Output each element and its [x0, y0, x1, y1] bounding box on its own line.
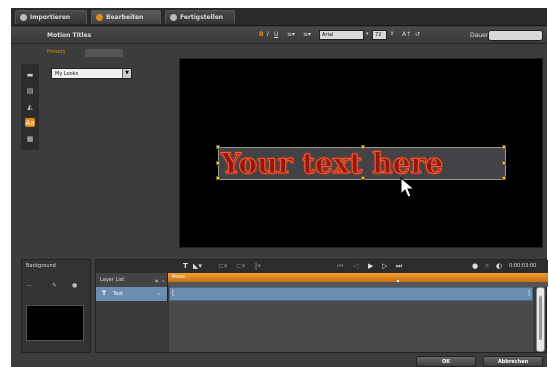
ruler-label: Motion: [172, 274, 186, 279]
eyedropper-icon[interactable]: ✎: [52, 282, 57, 289]
shape-tool-icon[interactable]: ◣▾: [193, 262, 202, 270]
presets-tab-secondary[interactable]: [85, 49, 123, 57]
group-icon[interactable]: ⊂▾: [236, 262, 245, 270]
timeline-track-area: [169, 301, 533, 352]
timeline-toolbar: T ◣▾ ⊏▾ ⊂▾ ‖▾ ⏮ ◁ ▶ ▷ ⏭ ● ✕ ◐ 0:00:03:00: [96, 260, 548, 273]
align-icon[interactable]: ≡▾: [287, 31, 295, 38]
duration-field[interactable]: [488, 30, 543, 41]
play-icon[interactable]: ▶: [368, 262, 373, 270]
underline-button[interactable]: U: [274, 31, 278, 38]
track-out-handle[interactable]: ]: [528, 290, 530, 297]
motion-tool-icon[interactable]: ▦: [25, 134, 35, 143]
resize-handle[interactable]: [361, 176, 365, 180]
layer-row[interactable]: T Text ‹›: [96, 287, 168, 301]
title-editor-window: Importieren Bearbeiten Fertigstellen Mot…: [11, 8, 548, 367]
cancel-button[interactable]: Abbrechen: [483, 356, 543, 367]
editor-titlebar: Motion Titles B I U ≡▾ ≡▾ Arial ▾ 72 ⇕ A…: [11, 27, 547, 44]
font-select[interactable]: Arial: [319, 30, 364, 40]
tool-column: ▬ ▤ ◭ Aa ▦: [21, 64, 39, 150]
tab-edit[interactable]: Bearbeiten: [91, 10, 161, 24]
scrollbar-thumb[interactable]: [539, 296, 542, 340]
skip-forward-icon[interactable]: ⏭: [396, 262, 402, 271]
preview-canvas[interactable]: Your text here: [179, 58, 543, 248]
align-left-icon[interactable]: ⊏▾: [218, 262, 227, 270]
bold-button[interactable]: B: [259, 31, 264, 38]
ok-button-label: OK: [441, 359, 451, 365]
layers-tool-icon[interactable]: ▤: [25, 86, 35, 95]
layer-track-bar[interactable]: [ ]: [169, 287, 533, 301]
visibility-icon[interactable]: ◉: [155, 278, 159, 283]
skip-back-icon[interactable]: ⏮: [337, 262, 343, 271]
loop-icon[interactable]: ●: [472, 262, 478, 270]
distribute-icon[interactable]: ‖▾: [254, 262, 261, 270]
step-forward-icon[interactable]: ▷: [382, 262, 387, 270]
preset-select-value: My Looks: [55, 71, 79, 77]
mute-icon[interactable]: ✕: [484, 262, 490, 270]
resize-handle[interactable]: [216, 176, 220, 180]
preset-select[interactable]: My Looks ▼: [51, 68, 132, 79]
font-dropdown-icon[interactable]: ▾: [366, 31, 369, 37]
resize-handle[interactable]: [502, 161, 506, 165]
font-size-field[interactable]: 72: [372, 30, 387, 40]
track-in-handle[interactable]: [: [172, 290, 174, 297]
timeline-panel: T ◣▾ ⊏▾ ⊂▾ ‖▾ ⏮ ◁ ▶ ▷ ⏭ ● ✕ ◐ 0:00:03:00…: [95, 259, 548, 353]
color-swatch-icon[interactable]: —: [26, 282, 32, 289]
layer-list-header: Layer List ◉ ▫: [96, 273, 168, 287]
ok-button[interactable]: OK: [416, 356, 476, 367]
panel-title: Motion Titles: [47, 32, 92, 39]
chevron-down-icon[interactable]: ▼: [122, 69, 131, 78]
tab-import-label: Importieren: [30, 14, 71, 21]
step-back-icon[interactable]: ◁: [353, 262, 358, 270]
resize-handle[interactable]: [216, 145, 220, 149]
background-panel: Background — ✎ ●: [21, 259, 91, 353]
finish-icon: [170, 14, 177, 21]
main-tabbar: Importieren Bearbeiten Fertigstellen: [11, 8, 547, 26]
tab-finish-label: Fertigstellen: [180, 14, 224, 21]
resize-handle[interactable]: [361, 145, 365, 149]
edit-icon: [96, 14, 103, 21]
mouse-cursor-icon: [400, 177, 416, 198]
size-stepper-icon[interactable]: ⇕: [390, 31, 394, 37]
background-thumbnail[interactable]: [26, 305, 84, 341]
background-toolbar: — ✎ ●: [26, 282, 88, 292]
font-size-value: 72: [375, 32, 382, 38]
text-layer-icon: T: [102, 290, 107, 297]
tab-import[interactable]: Importieren: [15, 10, 87, 24]
font-grow-icon[interactable]: A↑: [402, 31, 411, 38]
tab-finish[interactable]: Fertigstellen: [165, 10, 235, 24]
layer-visibility-icon[interactable]: ‹›: [157, 291, 160, 296]
tab-edit-label: Bearbeiten: [106, 14, 144, 21]
presets-tab[interactable]: Presets: [47, 49, 65, 55]
cancel-button-label: Abbrechen: [497, 359, 529, 365]
resize-handle[interactable]: [502, 145, 506, 149]
text-layer-box[interactable]: Your text here: [216, 145, 506, 181]
volume-icon[interactable]: ◐: [496, 262, 502, 270]
resize-handle[interactable]: [216, 161, 220, 165]
layer-name: Text: [113, 291, 124, 297]
timecode: 0:00:03:00: [509, 263, 537, 269]
lock-icon[interactable]: ●: [72, 282, 77, 289]
italic-button[interactable]: I: [267, 31, 269, 38]
resize-handle[interactable]: [502, 176, 506, 180]
title-tool-icon[interactable]: ▬: [25, 70, 35, 79]
preview-title-text[interactable]: Your text here: [221, 147, 444, 181]
text-style-tool-icon[interactable]: Aa: [25, 118, 35, 127]
reset-icon[interactable]: ↺: [415, 31, 420, 38]
font-select-value: Arial: [322, 32, 334, 38]
layer-list-label: Layer List: [100, 277, 125, 283]
import-icon: [20, 14, 27, 21]
shapes-tool-icon[interactable]: ◭: [25, 102, 35, 111]
timeline-ruler[interactable]: Motion: [168, 273, 548, 282]
lock-icon[interactable]: ▫: [162, 278, 165, 283]
text-tool-icon[interactable]: T: [183, 262, 188, 270]
timeline-scrollbar[interactable]: [536, 287, 545, 352]
background-panel-title: Background: [26, 263, 56, 269]
justify-icon[interactable]: ≡▾: [303, 31, 311, 38]
